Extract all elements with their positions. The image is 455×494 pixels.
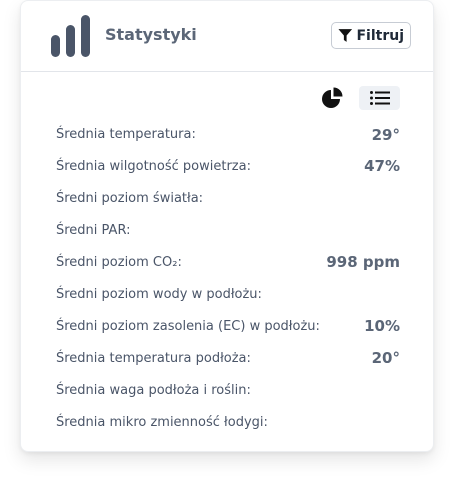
stat-label: Średnia temperatura podłoża:	[56, 350, 251, 366]
card-title: Statystyki	[105, 25, 197, 44]
stat-label: Średni poziom wody w podłożu:	[56, 286, 262, 302]
stat-row-co2: Średni poziom CO₂: 998 ppm	[56, 246, 400, 278]
stat-value: 29°	[371, 125, 400, 144]
stat-row-weight: Średnia waga podłoża i roślin:	[56, 374, 400, 406]
filter-icon	[338, 29, 353, 42]
stat-label: Średnia waga podłoża i roślin:	[56, 382, 251, 398]
stat-label: Średni poziom światła:	[56, 190, 204, 206]
stats-list: Średnia temperatura: 29° Średnia wilgotn…	[56, 119, 400, 438]
pie-chart-icon	[322, 87, 343, 108]
list-icon	[369, 91, 390, 105]
pie-view-toggle[interactable]	[319, 87, 345, 109]
stat-label: Średni poziom zasolenia (EC) w podłożu:	[56, 318, 320, 334]
stat-row-light: Średni poziom światła:	[56, 182, 400, 214]
stat-row-ec: Średni poziom zasolenia (EC) w podłożu: …	[56, 310, 400, 342]
bar-chart-icon	[51, 15, 90, 57]
stat-label: Średni poziom CO₂:	[56, 254, 182, 270]
stat-row-substrate-temperature: Średnia temperatura podłoża: 20°	[56, 342, 400, 374]
stat-value: 47%	[364, 157, 400, 175]
stat-row-substrate-water: Średni poziom wody w podłożu:	[56, 278, 400, 310]
card-header: Statystyki Filtruj	[21, 1, 433, 72]
stat-label: Średnia temperatura:	[56, 127, 196, 142]
stat-label: Średni PAR:	[56, 222, 131, 238]
list-view-toggle[interactable]	[359, 86, 400, 110]
stat-row-humidity: Średnia wilgotność powietrza: 47%	[56, 150, 400, 182]
stat-value: 10%	[364, 317, 400, 335]
filter-button[interactable]: Filtruj	[331, 22, 411, 49]
stat-row-stem-variability: Średnia mikro zmienność łodygi:	[56, 406, 400, 438]
stat-row-par: Średni PAR:	[56, 214, 400, 246]
stat-row-temperature: Średnia temperatura: 29°	[56, 119, 400, 150]
stat-label: Średnia mikro zmienność łodygi:	[56, 414, 268, 430]
stat-value: 998 ppm	[326, 253, 400, 271]
filter-button-label: Filtruj	[356, 27, 404, 44]
statistics-card: Statystyki Filtruj Średnia temperatura: …	[20, 0, 434, 452]
stat-value: 20°	[371, 349, 400, 367]
stat-label: Średnia wilgotność powietrza:	[56, 158, 251, 174]
